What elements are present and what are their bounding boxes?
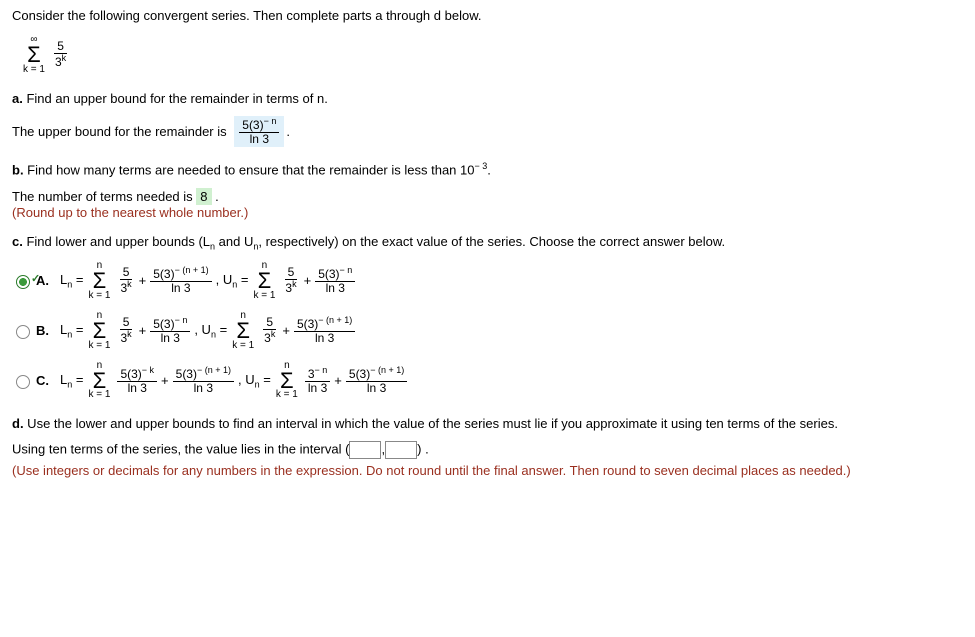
part-b-answer-line: The number of terms needed is 8 .: [12, 188, 963, 205]
part-d-hint: (Use integers or decimals for any number…: [12, 463, 963, 478]
part-a-answer: 5(3)− n ln 3: [234, 116, 284, 147]
series-formula: ∞ Σ k = 1 5 3k: [20, 35, 963, 75]
part-d: d. Use the lower and upper bounds to fin…: [12, 416, 963, 478]
option-row-A[interactable]: A.Ln =nΣk = 153k+5(3)− (n + 1)ln 3, Un =…: [16, 261, 963, 301]
part-a: a. a. Find an upper bound for the remain…: [12, 91, 963, 147]
radio-A[interactable]: [16, 275, 30, 289]
intro-text: Consider the following convergent series…: [12, 8, 963, 23]
radio-C[interactable]: [16, 375, 30, 389]
interval-upper-input[interactable]: [385, 441, 417, 459]
option-row-B[interactable]: B. Ln =nΣk = 153k+5(3)− nln 3, Un =nΣk = …: [16, 311, 963, 351]
part-b-answer: 8: [196, 188, 211, 205]
part-d-answer-line: Using ten terms of the series, the value…: [12, 441, 963, 459]
part-c-prompt: c. Find lower and upper bounds (Ln and U…: [12, 234, 963, 252]
part-a-prompt: a. a. Find an upper bound for the remain…: [12, 91, 963, 106]
part-a-answer-line: The upper bound for the remainder is 5(3…: [12, 116, 963, 147]
option-label: C.: [36, 373, 54, 388]
part-c-options: A.Ln =nΣk = 153k+5(3)− (n + 1)ln 3, Un =…: [16, 261, 963, 400]
part-d-prompt: d. Use the lower and upper bounds to fin…: [12, 416, 963, 431]
option-label: B.: [36, 323, 54, 338]
part-b-prompt: b. Find how many terms are needed to ens…: [12, 161, 963, 177]
option-formula: Ln =nΣk = 15(3)− kln 3+5(3)− (n + 1)ln 3…: [60, 361, 409, 401]
part-c: c. Find lower and upper bounds (Ln and U…: [12, 234, 963, 401]
radio-B[interactable]: [16, 325, 30, 339]
option-formula: Ln =nΣk = 153k+5(3)− nln 3, Un =nΣk = 15…: [60, 311, 357, 351]
part-b: b. Find how many terms are needed to ens…: [12, 161, 963, 219]
part-b-hint: (Round up to the nearest whole number.): [12, 205, 963, 220]
option-formula: Ln =nΣk = 153k+5(3)− (n + 1)ln 3, Un =nΣ…: [60, 261, 357, 301]
interval-lower-input[interactable]: [349, 441, 381, 459]
option-row-C[interactable]: C. Ln =nΣk = 15(3)− kln 3+5(3)− (n + 1)ln…: [16, 361, 963, 401]
